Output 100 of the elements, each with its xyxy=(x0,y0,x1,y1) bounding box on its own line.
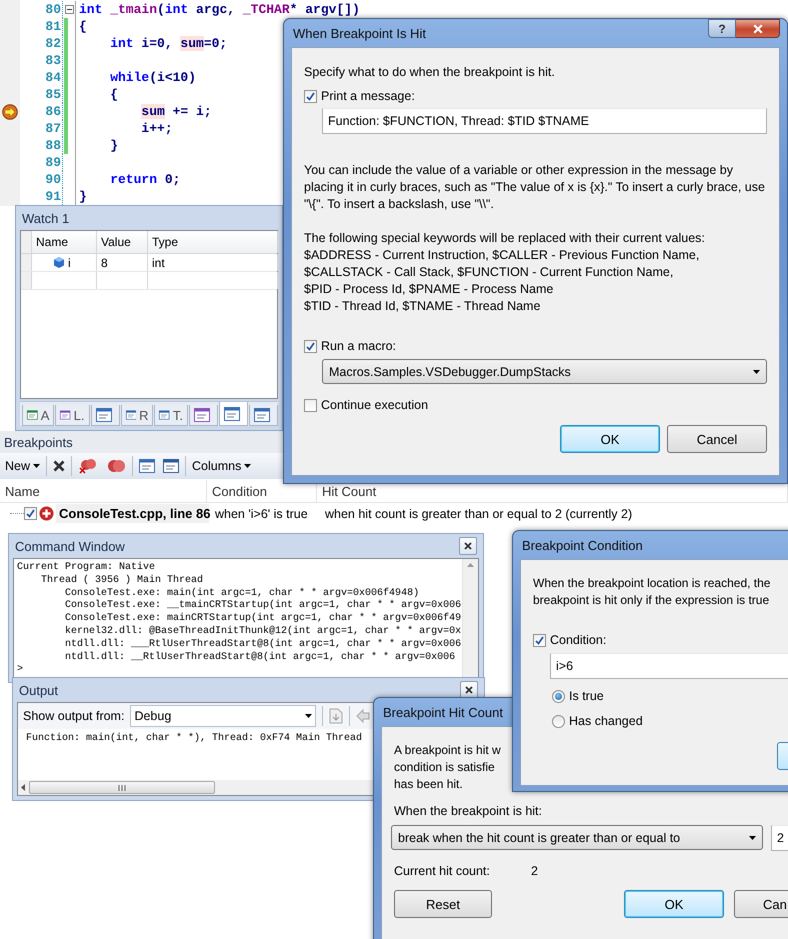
close-icon xyxy=(53,460,66,472)
checkbox-label: Run a macro: xyxy=(321,339,396,353)
caret-icon xyxy=(244,464,252,468)
radio-label: Has changed xyxy=(569,714,643,728)
code-line: } xyxy=(78,189,87,204)
checkbox[interactable] xyxy=(24,507,37,520)
column-header[interactable]: Type xyxy=(148,231,278,253)
output-source-dropdown[interactable]: Debug xyxy=(130,705,316,727)
window-icon xyxy=(139,459,156,473)
plus-circle-icon xyxy=(39,506,54,521)
checkbox-label: Condition: xyxy=(550,633,606,647)
console-line: ntdll.dll: ___RtlUserThreadStart@8(int argc=1, char * * argv=0x006 xyxy=(64,638,462,652)
grip-icon xyxy=(118,784,126,790)
dialog-button[interactable]: Reset xyxy=(394,890,492,918)
checkbox-label: Print a message: xyxy=(321,89,415,103)
code-line: sum += i; xyxy=(140,104,212,119)
console-line: kernel32.dll: @BaseThreadInitThunk@12(int argc=1, char * * argv=0x xyxy=(64,626,462,638)
tool-tab[interactable]: R xyxy=(120,405,154,426)
radio-button[interactable] xyxy=(552,690,565,702)
circles-icon xyxy=(78,458,98,474)
macro-dropdown[interactable]: Macros.Samples.VSDebugger.DumpStacks xyxy=(322,359,767,384)
caret-icon xyxy=(33,464,40,468)
tool-tab[interactable] xyxy=(90,405,120,426)
help-button[interactable]: ? xyxy=(708,19,736,38)
close-button[interactable] xyxy=(736,19,780,38)
field-label: When the breakpoint is hit: xyxy=(394,803,542,820)
window-icon xyxy=(254,408,270,422)
caret-icon xyxy=(753,370,760,374)
checkbox[interactable] xyxy=(533,634,546,646)
hit-count-dropdown[interactable]: break when the hit count is greater than or equal to xyxy=(391,825,763,850)
collapse-icon[interactable] xyxy=(65,5,74,14)
line-number: 88 xyxy=(44,138,61,153)
close-icon xyxy=(464,542,472,550)
tool-tab[interactable] xyxy=(189,405,218,426)
window-title: Command Window xyxy=(15,538,125,554)
line-number: 80 xyxy=(44,2,61,17)
keywords-text: The following special keywords will be replaced with their current values: $ADDRESS - Current Instruction, $CALLER - Previous Function Name, $CALLSTACK - Call Stack, $FUNCTION - Current Function Name, $PID - Process Id, $PNAME - Process Name $TID - Thread Id, $TNAME - Thread Name xyxy=(304,230,706,315)
tool-tab[interactable]: A xyxy=(22,405,54,426)
window-icon xyxy=(159,408,170,422)
document-icon[interactable] xyxy=(329,708,344,724)
code-line: } xyxy=(109,138,118,153)
new-button[interactable]: New xyxy=(3,458,42,474)
column-header[interactable]: Name xyxy=(32,231,97,253)
message-field[interactable]: Function: $FUNCTION, Thread: $TID $TNAME xyxy=(322,108,767,134)
code-line: i++; xyxy=(140,121,173,136)
cube-icon xyxy=(54,257,64,268)
console-line: Current Program: Native xyxy=(17,562,156,574)
console-line: ConsoleTest.exe: mainCRTStartup(int argc=1, char * * argv=0x006f49 xyxy=(64,613,462,626)
command-prompt[interactable]: > xyxy=(17,664,462,677)
columns-button[interactable]: Columns xyxy=(190,458,254,474)
console-line: ntdll.dll: __RtlUserThreadStart@8(int argc=1, char * * argv=0x006 xyxy=(64,652,456,664)
table-cell-text: when 'i>6' is true xyxy=(214,506,309,520)
pane-title: Breakpoints xyxy=(4,434,73,450)
window-title: Watch 1 xyxy=(22,210,70,226)
tool-tab[interactable]: L. xyxy=(55,405,90,426)
checkbox[interactable] xyxy=(304,90,317,102)
dialog-button[interactable]: Cancel xyxy=(667,425,767,453)
dialog-button[interactable]: OK xyxy=(624,890,724,918)
table-cell: i xyxy=(68,256,71,270)
code-line: { xyxy=(109,87,118,102)
line-number: 91 xyxy=(44,189,61,204)
console-line: ConsoleTest.exe: main(int argc=1, char * * argv=0x006f4948) xyxy=(64,588,420,600)
close-button[interactable] xyxy=(459,537,477,555)
code-line: int i=0, sum=0; xyxy=(109,36,228,51)
window-icon xyxy=(126,408,136,422)
scrollbar-thumb[interactable] xyxy=(29,781,215,794)
table-cell: ConsoleTest.cpp, line 86 xyxy=(56,504,209,523)
window-icon xyxy=(60,408,71,422)
checkbox[interactable] xyxy=(304,398,317,412)
line-number: 85 xyxy=(44,87,61,102)
line-number: 83 xyxy=(44,53,61,68)
dialog-title: Breakpoint Hit Count xyxy=(382,704,503,720)
check-icon xyxy=(26,509,35,518)
column-header[interactable]: Value xyxy=(97,231,148,253)
window-icon xyxy=(194,408,210,422)
tool-tab[interactable] xyxy=(219,402,248,426)
circles-icon xyxy=(106,458,126,474)
console-line: Thread ( 3956 ) Main Thread xyxy=(40,574,204,588)
dialog-button[interactable]: Can xyxy=(734,890,788,918)
indicator-margin[interactable] xyxy=(0,0,20,206)
tool-tab[interactable] xyxy=(249,405,278,426)
column-header[interactable]: Name xyxy=(0,480,207,502)
code-line: return 0; xyxy=(109,172,180,187)
field-label: Current hit count: xyxy=(394,864,491,878)
dialog-button[interactable]: OK xyxy=(560,425,660,453)
checkbox[interactable] xyxy=(304,340,317,352)
radio-button[interactable] xyxy=(552,714,565,728)
tool-tab[interactable]: T. xyxy=(154,405,188,426)
check-icon xyxy=(306,342,315,350)
line-number: 86 xyxy=(44,104,61,119)
count-field[interactable]: 2 xyxy=(771,825,788,851)
delete-button[interactable] xyxy=(51,459,68,473)
intro-text: Specify what to do when the breakpoint is hit. xyxy=(304,64,556,81)
window-title: Output xyxy=(19,682,58,698)
scroll-left-icon[interactable] xyxy=(21,784,25,791)
dialog-title: When Breakpoint Is Hit xyxy=(292,26,426,40)
hit-count-value: 2 xyxy=(531,864,538,878)
window-icon xyxy=(224,406,240,420)
radio-label: Is true xyxy=(569,689,604,703)
condition-field[interactable]: i>6 xyxy=(550,653,788,679)
